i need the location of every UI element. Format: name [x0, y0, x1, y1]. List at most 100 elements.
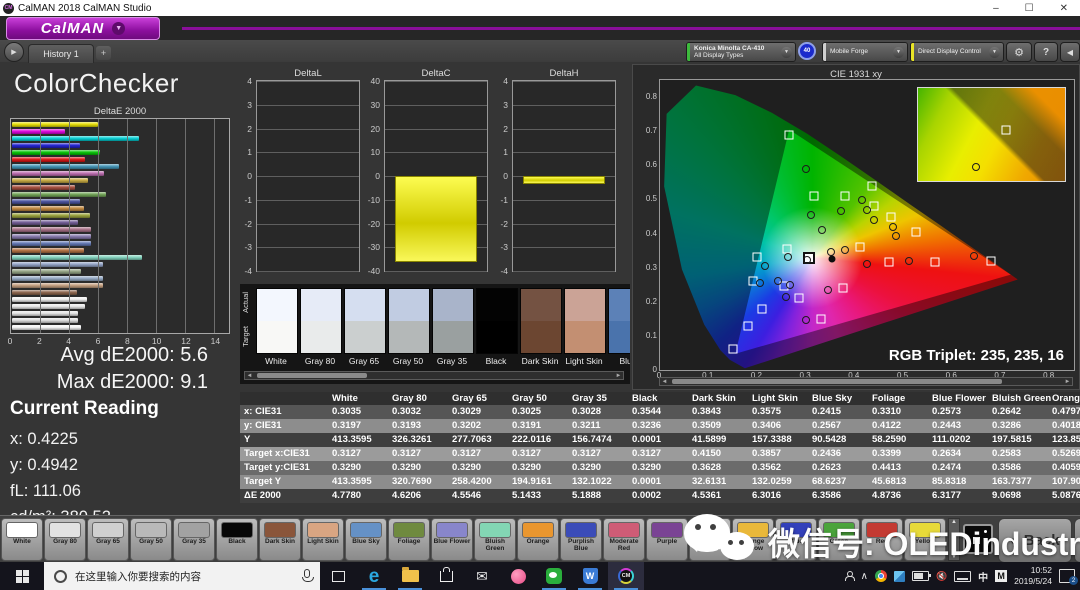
pattern-button-light-skin[interactable]: Light Skin [302, 518, 344, 561]
chevron-left-icon: ◀ [1067, 48, 1073, 57]
chrome-icon[interactable] [875, 570, 887, 582]
gridline [385, 271, 487, 272]
meter-dropdown[interactable]: Konica Minolta CA-410 All Display Types … [686, 42, 796, 62]
pattern-button-orange[interactable]: Orange [517, 518, 559, 561]
pattern-button-gray-35[interactable]: Gray 35 [173, 518, 215, 561]
scrollbar-thumb[interactable] [672, 379, 1002, 384]
calman-logo-menu[interactable]: CalMAN ▼ [6, 17, 160, 40]
pattern-window-icon[interactable] [963, 524, 993, 554]
table-column-header: Black [628, 392, 688, 405]
wps-icon: W [583, 568, 598, 584]
add-tab-button[interactable]: + [96, 46, 111, 60]
taskbar-search[interactable]: 在这里输入你要搜索的内容 [44, 562, 320, 590]
taskbar-clock[interactable]: 10:52 2019/5/24 [1014, 565, 1052, 586]
table-cell: 5.0876 [1048, 489, 1080, 503]
calman-icon: CM [618, 568, 634, 584]
calman-logo-text: CalMAN [41, 20, 105, 37]
source-dropdown[interactable]: Mobile Forge ▼ [822, 42, 908, 62]
compare-scrollbar[interactable]: ◄ ► [244, 371, 624, 380]
tab-history-1[interactable]: History 1 [28, 44, 94, 63]
pattern-button-blue[interactable]: Blue [775, 518, 817, 561]
file-explorer-button[interactable] [392, 562, 428, 590]
back-button-label: Back [1024, 532, 1060, 549]
3d-viewer-icon[interactable] [894, 571, 905, 582]
arrow-down-icon: ▼ [951, 554, 957, 560]
pattern-button-purple[interactable]: Purple [646, 518, 688, 561]
pink-app-icon [511, 569, 526, 584]
tray-expand-icon[interactable]: ∧ [861, 571, 868, 582]
date: 2019/5/24 [1014, 576, 1052, 587]
deltae-bar [12, 325, 81, 330]
task-view-button[interactable] [320, 562, 356, 590]
calman-taskbar-button[interactable]: CM [608, 562, 644, 590]
collapse-panel-button[interactable]: ◀ [1060, 42, 1080, 62]
pattern-button-purplish-blue[interactable]: Purplish Blue [560, 518, 602, 561]
start-button[interactable] [0, 562, 44, 590]
minimize-button[interactable]: – [993, 3, 999, 14]
axis-tick-label: 0 [358, 171, 380, 181]
pattern-button-dark-skin[interactable]: Dark Skin [259, 518, 301, 561]
display-control-dropdown[interactable]: Direct Display Control ▼ [910, 42, 1004, 62]
scroll-left-icon[interactable]: ◄ [245, 372, 254, 379]
axis-tick-label: 0.7 [635, 126, 657, 135]
pattern-button-blue-flower[interactable]: Blue Flower [431, 518, 473, 561]
target-marker [870, 202, 879, 211]
swatch-label: White [254, 356, 298, 366]
pattern-button-blue-sky[interactable]: Blue Sky [345, 518, 387, 561]
meter-count-badge[interactable]: 40 [798, 42, 816, 60]
store-button[interactable] [428, 562, 464, 590]
table-cell: 5.1888 [568, 489, 628, 503]
play-button[interactable]: ▶ [4, 42, 24, 62]
measured-marker [774, 277, 782, 285]
touch-keyboard-icon[interactable] [954, 571, 971, 582]
pattern-button-gray-50[interactable]: Gray 50 [130, 518, 172, 561]
maximize-button[interactable]: ☐ [1025, 3, 1034, 14]
measured-marker [858, 196, 866, 204]
pattern-button-bluish-green[interactable]: Bluish Green [474, 518, 516, 561]
measurement-table: WhiteGray 80Gray 65Gray 50Gray 35BlackDa… [240, 392, 1080, 510]
cie-scrollbar[interactable]: ◄ ► [659, 377, 1073, 386]
battery-icon[interactable] [912, 571, 929, 581]
scroll-right-icon[interactable]: ► [614, 372, 623, 379]
microphone-icon[interactable] [304, 569, 310, 578]
close-button[interactable]: ✕ [1060, 3, 1068, 14]
ime-indicator[interactable]: 中 [978, 569, 988, 584]
wechat-button[interactable] [536, 562, 572, 590]
volume-muted-icon[interactable]: 🔇 [936, 571, 947, 582]
pattern-button-yellow[interactable]: Yellow [904, 518, 946, 561]
pattern-button-orange-yellow[interactable]: Orange Yellow [732, 518, 774, 561]
pattern-button-foliage[interactable]: Foliage [388, 518, 430, 561]
measured-marker [863, 260, 871, 268]
pattern-button-white[interactable]: White [1, 518, 43, 561]
settings-button[interactable]: ⚙ [1006, 42, 1032, 62]
pattern-button-red[interactable]: Red [861, 518, 903, 561]
scroll-left-icon[interactable]: ◄ [660, 378, 669, 385]
swatch-label: Dark Skin [518, 356, 562, 366]
edge-browser-button[interactable]: e [356, 562, 392, 590]
mail-button[interactable]: ✉ [464, 562, 500, 590]
m-tray-icon[interactable]: M [995, 570, 1007, 582]
pattern-button-moderate-red[interactable]: Moderate Red [603, 518, 645, 561]
pattern-button-green[interactable]: Green [818, 518, 860, 561]
target-marker [785, 130, 794, 139]
help-button[interactable]: ? [1034, 42, 1058, 62]
people-icon[interactable] [844, 571, 854, 581]
pattern-button-black[interactable]: Black [216, 518, 258, 561]
photos-app-button[interactable] [500, 562, 536, 590]
scrollbar-thumb[interactable] [257, 373, 367, 378]
pattern-button-gray-80[interactable]: Gray 80 [44, 518, 86, 561]
gridline [214, 119, 215, 333]
back-button[interactable]: « Back [998, 518, 1072, 563]
deltae-bar [12, 234, 91, 239]
pattern-button-gray-65[interactable]: Gray 65 [87, 518, 129, 561]
scroll-right-icon[interactable]: ► [1063, 378, 1072, 385]
strip-scroll-spinner[interactable]: ▲▼ [948, 518, 960, 561]
next-button[interactable]: Next » [1074, 518, 1080, 563]
table-cell: 0.2583 [988, 447, 1048, 461]
pattern-color-chip [178, 522, 210, 538]
pattern-button-yellow-green[interactable]: Yellow Green [689, 518, 731, 561]
table-cell: 0.3032 [388, 405, 448, 419]
deltae-bar [12, 192, 106, 197]
wps-button[interactable]: W [572, 562, 608, 590]
action-center-icon[interactable]: 2 [1059, 569, 1075, 583]
